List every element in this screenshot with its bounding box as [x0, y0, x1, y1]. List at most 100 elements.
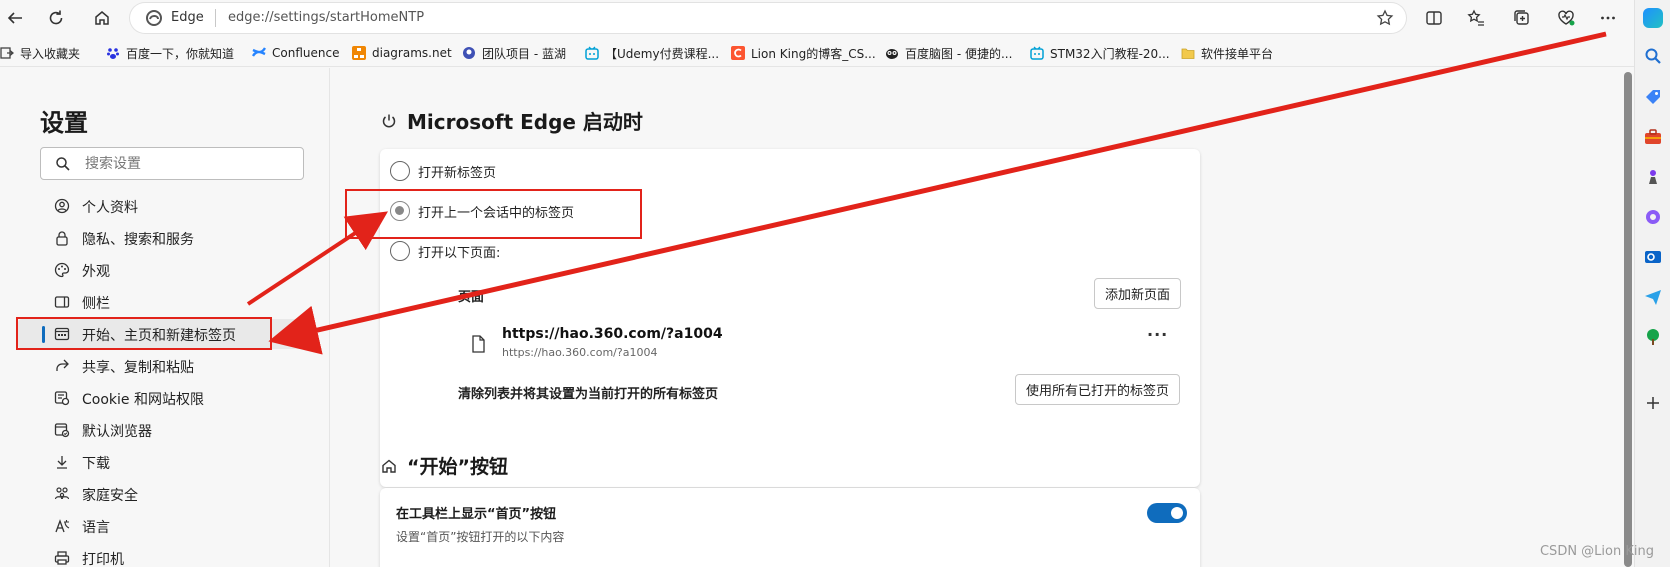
tools-briefcase-icon[interactable] [1644, 128, 1662, 146]
favorites-bar: 导入收藏夹 百度一下，你就知道 Confluence diagrams.net … [0, 37, 1634, 67]
show-home-button-toggle[interactable] [1147, 503, 1187, 523]
scrollbar-thumb[interactable] [1624, 72, 1632, 567]
fav-item[interactable]: 软件接单平台 [1181, 44, 1273, 62]
split-screen-button[interactable] [1421, 5, 1447, 31]
address-bar[interactable]: Edge edge://settings/startHomeNTP [130, 3, 1406, 33]
nav-item-default-browser[interactable]: 默认浏览器 [18, 415, 304, 445]
fav-label: 导入收藏夹 [20, 46, 81, 61]
fav-item[interactable]: 百度脑图 - 便捷的... [885, 44, 1012, 62]
fav-item[interactable]: 百度一下，你就知道 [106, 44, 234, 62]
settings-search[interactable] [40, 147, 304, 180]
copilot-icon[interactable] [1643, 8, 1663, 28]
add-icon[interactable] [1644, 394, 1662, 412]
nav-item-start-home-newtab[interactable]: 开始、主页和新建标签页 [18, 319, 304, 349]
family-icon [54, 487, 70, 500]
home-button-row-desc: 设置“首页”按钮打开的以下内容 [396, 530, 565, 544]
favorites-star-list-icon [1467, 9, 1484, 26]
download-icon [57, 456, 67, 469]
nav-item-share[interactable]: 共享、复制和粘贴 [18, 351, 304, 381]
edge-logo-icon [146, 10, 162, 26]
search-input[interactable] [85, 153, 295, 175]
power-icon [382, 114, 396, 127]
share-icon [56, 359, 69, 371]
page-entry-url: https://hao.360.com/?a1004 [502, 346, 658, 359]
nav-item-appearance[interactable]: 外观 [18, 255, 304, 285]
radio-button[interactable] [390, 241, 410, 261]
nav-item-sidebar[interactable]: 侧栏 [18, 287, 304, 317]
outlook-icon[interactable] [1644, 248, 1662, 266]
more-dots-icon [1601, 16, 1615, 20]
nav-item-privacy[interactable]: 隐私、搜索和服务 [18, 223, 304, 253]
folder-icon [1181, 48, 1195, 59]
printer-icon [54, 551, 70, 565]
nav-item-cookies[interactable]: Cookie 和网站权限 [18, 383, 304, 413]
nav-label: Cookie 和网站权限 [82, 392, 204, 408]
lock-icon [56, 231, 68, 246]
settings-title: 设置 [40, 109, 88, 137]
collections-button[interactable] [1509, 5, 1535, 31]
nav-item-profile[interactable]: 个人资料 [18, 191, 304, 221]
refresh-button[interactable] [43, 5, 69, 31]
import-icon [0, 47, 14, 59]
nav-item-languages[interactable]: 语言 [18, 511, 304, 541]
radio-previous-session[interactable]: 打开上一个会话中的标签页 [390, 200, 574, 222]
cookie-icon [54, 391, 70, 406]
radio-label: 打开新标签页 [418, 165, 497, 181]
nav-item-downloads[interactable]: 下载 [18, 447, 304, 477]
microsoft365-icon[interactable] [1644, 208, 1662, 226]
home-button[interactable] [89, 5, 115, 31]
home-button-card: 在工具栏上显示“首页”按钮 设置“首页”按钮打开的以下内容 [380, 488, 1200, 567]
radio-label: 打开上一个会话中的标签页 [418, 205, 575, 221]
radio-new-tab[interactable]: 打开新标签页 [390, 160, 496, 182]
fav-item[interactable]: 团队项目 - 蓝湖 [462, 44, 566, 62]
radio-button[interactable] [390, 161, 410, 181]
radio-label: 打开以下页面: [418, 245, 501, 261]
home-grid-icon [54, 327, 70, 341]
nav-label: 默认浏览器 [82, 424, 152, 440]
nav-label: 隐私、搜索和服务 [82, 232, 194, 248]
collections-icon [1514, 10, 1529, 25]
fav-item[interactable]: 【Udemy付费课程... [585, 44, 719, 62]
back-button[interactable] [2, 5, 28, 31]
fav-label: 百度脑图 - 便捷的... [905, 46, 1013, 61]
favorite-star-icon[interactable] [1376, 9, 1394, 27]
fav-label: Confluence [272, 46, 340, 60]
fav-label: Lion King的博客_CS... [751, 46, 876, 61]
clear-list-text: 清除列表并将其设置为当前打开的所有标签页 [458, 387, 719, 402]
diagrams-icon [352, 46, 366, 60]
nav-label: 语言 [82, 520, 110, 536]
fav-label: STM32入门教程-20... [1050, 46, 1170, 61]
fav-item[interactable]: Lion King的博客_CS... [731, 44, 876, 62]
fav-item[interactable]: STM32入门教程-20... [1030, 44, 1170, 62]
browser-essentials-button[interactable] [1553, 5, 1579, 31]
palette-icon [54, 262, 70, 278]
fav-item[interactable]: Confluence [252, 44, 339, 62]
refresh-icon [49, 10, 63, 25]
radio-button-selected[interactable] [390, 201, 410, 221]
fav-item[interactable]: diagrams.net [352, 44, 452, 62]
address-url[interactable]: edge://settings/startHomeNTP [228, 10, 424, 25]
address-site-label: Edge [171, 10, 204, 25]
add-page-button[interactable]: 添加新页面 [1094, 278, 1182, 309]
send-plane-icon[interactable] [1644, 288, 1662, 306]
split-screen-icon [1426, 11, 1442, 25]
search-icon [56, 157, 70, 171]
favorites-button[interactable] [1463, 5, 1489, 31]
heart-pulse-icon [1558, 10, 1575, 26]
radio-specific-pages[interactable]: 打开以下页面: [390, 240, 500, 262]
fav-label: 百度一下，你就知道 [126, 46, 235, 61]
nav-item-family-safety[interactable]: 家庭安全 [18, 479, 304, 509]
more-menu-button[interactable] [1595, 5, 1621, 31]
use-all-open-tabs-button[interactable]: 使用所有已打开的标签页 [1015, 374, 1181, 405]
page-more-button[interactable]: ··· [1147, 325, 1168, 344]
nav-item-printers[interactable]: 打印机 [18, 543, 304, 567]
fav-item[interactable]: 导入收藏夹 [0, 44, 80, 62]
tree-icon[interactable] [1644, 328, 1662, 346]
games-chess-icon[interactable] [1644, 168, 1662, 186]
search-icon[interactable] [1644, 47, 1662, 65]
shopping-tag-icon[interactable] [1644, 88, 1662, 106]
nav-label: 家庭安全 [82, 488, 138, 504]
startup-card: 打开新标签页 打开上一个会话中的标签页 打开以下页面: 页面 添加新页面 htt… [380, 149, 1200, 487]
fav-label: 团队项目 - 蓝湖 [482, 46, 566, 61]
page-file-icon [472, 335, 485, 353]
